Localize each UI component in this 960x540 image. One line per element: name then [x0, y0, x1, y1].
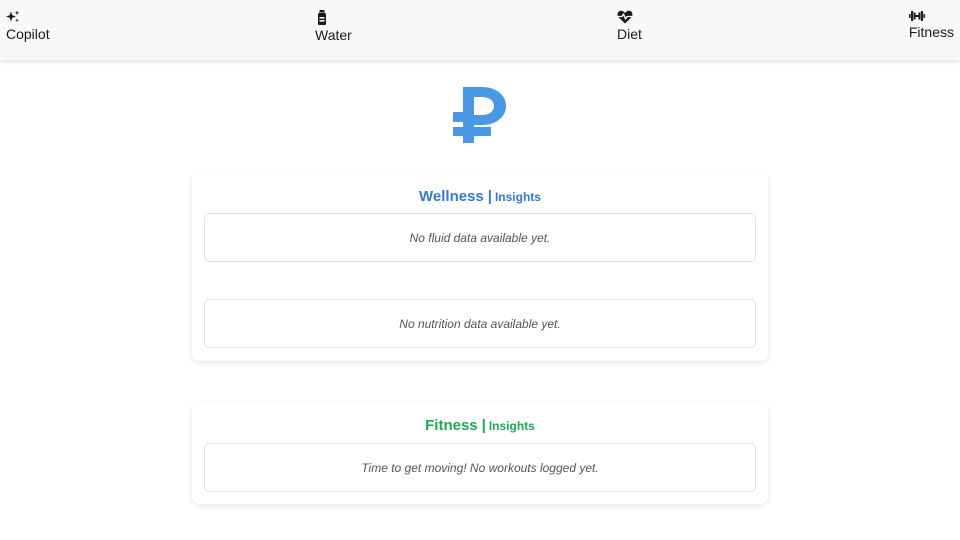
nav-label-water: Water — [315, 27, 352, 43]
wellness-card-title: Wellness | Insights — [192, 188, 768, 206]
wellness-title: Wellness — [419, 188, 484, 205]
nav-label-copilot: Copilot — [6, 26, 50, 42]
heart-pulse-icon — [617, 10, 633, 24]
nav-item-fitness[interactable]: Fitness — [908, 10, 954, 41]
fitness-insights-card: Fitness | Insights Time to get moving! No … — [192, 402, 768, 504]
sparkles-icon — [6, 10, 20, 23]
dumbbell-icon — [908, 11, 925, 21]
nav-item-water[interactable]: Water — [315, 10, 352, 44]
workouts-data-panel: Time to get moving! No workouts logged y… — [204, 443, 756, 492]
top-navigation-bar: Copilot Water Diet Fitness — [0, 0, 960, 60]
nav-label-diet: Diet — [617, 26, 642, 42]
ruble-logo-icon — [453, 87, 506, 143]
nutrition-empty-message: No nutrition data available yet. — [399, 316, 561, 331]
fitness-card-title: Fitness | Insights — [192, 417, 768, 435]
nav-item-copilot[interactable]: Copilot — [6, 10, 50, 43]
bottle-icon — [318, 10, 326, 25]
fluid-empty-message: No fluid data available yet. — [409, 230, 551, 245]
fitness-title-separator: | — [481, 417, 486, 434]
wellness-title-separator: | — [487, 188, 492, 205]
nav-label-fitness: Fitness — [908, 24, 954, 40]
fitness-subtitle: Insights — [488, 419, 535, 433]
wellness-subtitle: Insights — [494, 190, 541, 204]
fluid-data-panel: No fluid data available yet. — [204, 213, 756, 262]
nav-item-diet[interactable]: Diet — [617, 10, 642, 43]
workouts-empty-message: Time to get moving! No workouts logged y… — [361, 460, 599, 475]
fitness-title: Fitness — [425, 417, 478, 434]
nutrition-data-panel: No nutrition data available yet. — [204, 299, 756, 348]
wellness-insights-card: Wellness | Insights No fluid data availabl… — [192, 172, 768, 361]
